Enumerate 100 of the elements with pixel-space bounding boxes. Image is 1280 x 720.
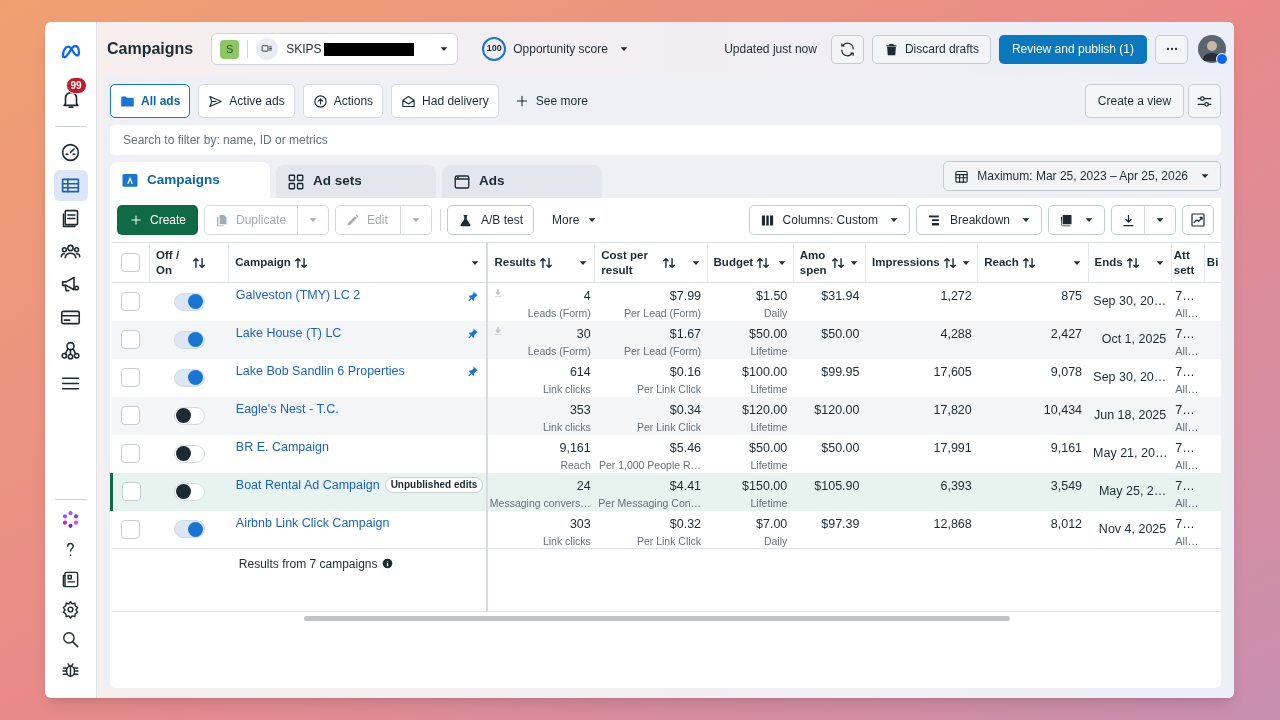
campaign-row[interactable]: Galveston (TMY) LC 2 4 Leads (Form) $7.99 Per Lead (Form) $1.50 Daily $31.94 1,272 875 Sep 30, 20… 7… All… <box>111 282 1221 321</box>
search-icon <box>61 629 80 649</box>
attribution-type: All… <box>1175 533 1200 548</box>
pin-icon[interactable] <box>468 327 480 339</box>
level-tab[interactable]: Campaigns <box>110 162 270 198</box>
column-header[interactable]: Amo spen <box>799 247 827 278</box>
chart-button[interactable] <box>1182 205 1214 235</box>
campaign-row[interactable]: BR E. Campaign 9,161 Reach $5.46 Per 1,000 People R… $50.00 Lifetime $50.00 17,991 9,161 May 21, 20… 7… All… <box>111 434 1221 473</box>
reach-value: 9,161 <box>1050 439 1083 456</box>
opportunity-score-label[interactable]: Opportunity score <box>513 40 608 58</box>
select-all-checkbox[interactable] <box>120 253 140 272</box>
budget-value: $100.00 <box>742 363 788 380</box>
columns-button[interactable]: Columns: Custom <box>748 205 910 235</box>
row-checkbox[interactable] <box>121 330 141 349</box>
column-header[interactable]: Impressions <box>871 255 940 270</box>
results-value: 614 <box>569 363 591 380</box>
filter-chip[interactable]: Actions <box>302 84 384 118</box>
budget-value-type: Lifetime <box>750 381 788 396</box>
row-checkbox[interactable] <box>121 482 141 501</box>
attribution-value: 7… <box>1175 401 1196 418</box>
sort-icon[interactable] <box>942 255 957 270</box>
pencil-icon <box>345 212 361 228</box>
search-field[interactable]: Search to filter by: name, ID or metrics <box>110 125 1221 155</box>
results-type: Link clicks <box>542 381 591 396</box>
campaign-row[interactable]: Eagle's Nest - T.C. 353 Link clicks $0.34 Per Link Click $120.00 Lifetime $120.00 17,820 10,434 Jun 18, 2025 7… All… <box>111 396 1221 435</box>
pin-icon[interactable] <box>468 365 480 377</box>
sort-icon[interactable] <box>830 255 845 270</box>
campaign-row[interactable]: Airbnb Link Click Campaign 303 Link clicks $0.32 Per Link Click $7.00 Daily $97.39 12,868 8,012 Nov 4, 2025 7… All… <box>111 510 1221 549</box>
discard-drafts-button[interactable]: Discard drafts <box>871 34 991 64</box>
review-publish-button[interactable]: Review and publish (1) <box>998 34 1147 64</box>
campaign-row[interactable]: Lake Bob Sandlin 6 Properties 614 Link clicks $0.16 Per Link Click $100.00 Lifetime $99.95 17,605 9,078 Sep 30, 20… 7… All… <box>111 358 1221 397</box>
toggle-switch[interactable] <box>173 292 205 311</box>
column-header[interactable]: Att sett <box>1173 247 1195 278</box>
reports-button[interactable] <box>1048 205 1105 235</box>
refresh-button[interactable] <box>830 34 864 64</box>
create-button[interactable]: Create <box>117 205 199 235</box>
campaign-row[interactable]: Boat Rental Ad Campaign Unpublished edits 24 Messaging convers… $4.41 Per Messaging Con… $150.00 Lifetime $105.90 6,393 3,549 May 25, 2… 7… All… <box>111 472 1221 511</box>
row-checkbox[interactable] <box>121 368 141 387</box>
toggle-switch[interactable] <box>173 368 205 387</box>
toggle-switch[interactable] <box>173 330 205 349</box>
sort-icon[interactable] <box>539 255 554 270</box>
create-view-button[interactable]: Create a view <box>1085 84 1184 118</box>
column-header[interactable]: Cost per result <box>601 247 648 278</box>
settings-icon <box>61 599 80 619</box>
attribution-value: 7… <box>1175 363 1196 380</box>
column-header[interactable]: Reach <box>984 255 1019 270</box>
export-split-button[interactable] <box>1111 205 1176 235</box>
impressions-value: 17,605 <box>933 363 972 380</box>
ab-test-button[interactable]: A/B test <box>447 205 535 235</box>
column-header[interactable]: Off / On <box>156 247 180 278</box>
sort-icon[interactable] <box>662 255 677 270</box>
sort-icon[interactable] <box>1125 255 1140 270</box>
campaign-link[interactable]: Airbnb Link Click Campaign <box>235 513 390 533</box>
see-more-button[interactable]: See more <box>506 84 596 118</box>
date-range-picker[interactable]: Maximum: Mar 25, 2023 – Apr 25, 2026 <box>943 161 1221 191</box>
filter-chip[interactable]: Had delivery <box>391 84 499 118</box>
more-menu-button[interactable]: More <box>540 205 610 235</box>
column-header[interactable]: Results <box>494 255 537 270</box>
account-name: SKIPS <box>286 41 322 58</box>
campaign-link[interactable]: BR E. Campaign <box>235 437 329 457</box>
sort-icon[interactable] <box>1021 255 1036 270</box>
column-header[interactable]: Budget <box>713 255 754 270</box>
caret-icon <box>411 215 422 225</box>
column-header[interactable]: Bi <box>1206 255 1219 270</box>
sort-icon[interactable] <box>192 255 207 270</box>
campaign-link[interactable]: Lake House (T) LC <box>235 323 342 343</box>
toggle-switch[interactable] <box>173 406 205 425</box>
campaign-link[interactable]: Eagle's Nest - T.C. <box>235 399 339 419</box>
horizontal-scrollbar[interactable] <box>304 616 1010 621</box>
sort-icon[interactable] <box>293 255 308 270</box>
row-checkbox[interactable] <box>121 444 141 463</box>
cost-value: $5.46 <box>669 439 702 456</box>
campaign-link[interactable]: Lake Bob Sandlin 6 Properties <box>235 361 405 381</box>
avatar[interactable] <box>1198 35 1226 63</box>
filter-chip[interactable]: All ads <box>110 84 191 118</box>
row-checkbox[interactable] <box>121 292 141 312</box>
toggle-switch[interactable] <box>173 444 205 463</box>
level-tab[interactable]: Ads <box>442 165 602 198</box>
column-header[interactable]: Ends <box>1094 255 1123 270</box>
campaign-row[interactable]: Lake House (T) LC 30 Leads (Form) $1.67 Per Lead (Form) $50.00 Lifetime $50.00 4,288 2,427 Oct 1, 2025 7… All… <box>111 320 1221 359</box>
sort-icon[interactable] <box>756 255 771 270</box>
reach-value: 875 <box>1061 288 1083 304</box>
breakdown-button[interactable]: Breakdown <box>915 205 1042 235</box>
column-header[interactable]: Campaign <box>235 255 291 270</box>
row-checkbox[interactable] <box>121 406 141 425</box>
impressions-value: 12,868 <box>933 515 972 532</box>
nav-item[interactable] <box>53 170 88 201</box>
account-selector[interactable]: S SKIPS <box>211 33 459 65</box>
campaign-link[interactable]: Galveston (TMY) LC 2 <box>235 286 361 305</box>
gauge-icon <box>60 142 81 163</box>
row-checkbox[interactable] <box>121 519 141 539</box>
toggle-switch[interactable] <box>173 482 205 501</box>
level-tab[interactable]: Ad sets <box>276 165 436 198</box>
campaign-link[interactable]: Boat Rental Ad Campaign <box>235 475 380 495</box>
update-status: Updated just now <box>724 41 817 58</box>
settings-button[interactable] <box>1188 84 1221 118</box>
pin-icon[interactable] <box>468 289 480 301</box>
toggle-switch[interactable] <box>173 520 205 539</box>
cost-value: $4.41 <box>669 477 702 494</box>
filter-chip[interactable]: Active ads <box>198 84 295 118</box>
